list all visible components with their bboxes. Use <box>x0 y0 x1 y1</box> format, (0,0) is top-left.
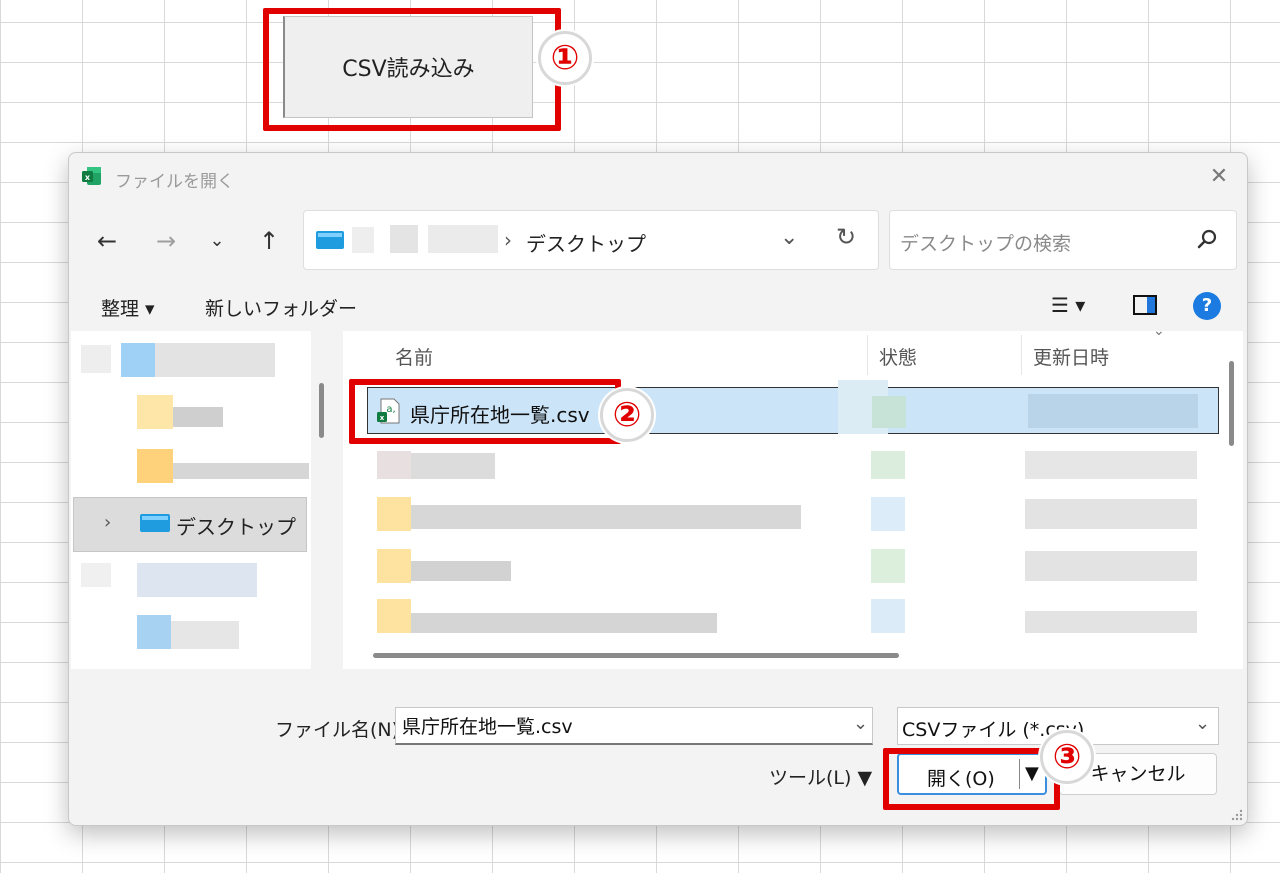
redacted-cell <box>411 453 495 479</box>
nav-item-desktop[interactable]: › デスクトップ <box>73 497 307 552</box>
redacted-path <box>352 227 374 253</box>
redacted-cell <box>377 497 411 531</box>
nav-item-label: デスクトップ <box>176 515 296 539</box>
tools-button[interactable]: ツール(L) ▼ <box>769 763 872 790</box>
chevron-down-icon[interactable]: ⌄ <box>853 713 868 734</box>
file-list-vertical-scrollbar[interactable] <box>1229 361 1234 446</box>
redacted-cell <box>871 497 905 531</box>
step2-badge: ② <box>600 388 654 442</box>
redacted-nav-item <box>137 395 173 429</box>
redacted-nav-item <box>81 345 111 373</box>
redacted-path <box>428 225 498 253</box>
redacted-cell <box>1025 611 1197 633</box>
step1-badge: ① <box>538 31 592 85</box>
filename-field[interactable] <box>395 707 873 745</box>
nav-pane-scrollbar[interactable] <box>319 383 324 438</box>
back-arrow-icon: ← <box>96 227 118 255</box>
excel-icon: x <box>82 167 101 185</box>
close-icon: ✕ <box>1209 164 1229 189</box>
chevron-right-icon[interactable]: › <box>104 512 111 533</box>
close-button[interactable]: ✕ <box>1205 163 1233 191</box>
step2-highlight <box>349 379 621 444</box>
redacted-nav-item <box>173 407 223 427</box>
breadcrumb-separator: › <box>504 228 512 252</box>
file-row[interactable] <box>375 599 1205 633</box>
redacted-date <box>1028 394 1198 428</box>
forward-button[interactable]: → <box>148 223 184 259</box>
redacted-nav-item <box>137 563 257 597</box>
redacted-nav-item <box>121 343 155 377</box>
redacted-cell <box>411 613 717 633</box>
redacted-cell <box>871 549 905 583</box>
file-list-horizontal-scrollbar[interactable] <box>373 653 899 658</box>
redacted-cell <box>871 451 905 479</box>
redacted-cell <box>1025 499 1197 529</box>
address-bar[interactable]: › デスクトップ ⌄ ↻ <box>303 210 879 270</box>
redacted-cell <box>411 561 511 581</box>
file-open-dialog: x ファイルを開く ✕ ← → ⌄ ↑ › デスクトップ ⌄ ↻ デスクトップの… <box>68 152 1248 826</box>
redacted-cell <box>411 505 801 529</box>
column-header-status[interactable]: 状態 <box>879 343 917 370</box>
title-bar: x ファイルを開く ✕ <box>69 153 1247 201</box>
refresh-icon[interactable]: ↻ <box>836 223 856 251</box>
chevron-down-icon[interactable]: ⌄ <box>1195 713 1210 734</box>
search-placeholder: デスクトップの検索 <box>900 233 1072 255</box>
preview-pane-button[interactable] <box>1133 295 1157 315</box>
desktop-icon <box>316 231 344 249</box>
forward-arrow-icon: → <box>155 227 177 255</box>
redacted-cell <box>377 451 411 479</box>
search-input[interactable]: デスクトップの検索 <box>889 210 1237 270</box>
redacted-cell <box>377 599 411 633</box>
redacted-nav-item <box>171 621 239 649</box>
svg-text:x: x <box>85 173 91 182</box>
column-divider[interactable] <box>867 335 868 375</box>
view-options-button[interactable]: ☰ ▾ <box>1051 293 1085 317</box>
step1-highlight <box>263 8 561 131</box>
address-dropdown-icon[interactable]: ⌄ <box>780 225 798 250</box>
column-header-date[interactable]: 更新日時 <box>1033 343 1109 370</box>
redacted-cell <box>377 549 411 583</box>
redacted-cell <box>1025 451 1197 479</box>
redacted-cell <box>871 599 905 633</box>
dialog-title: ファイルを開く <box>115 172 234 192</box>
step3-badge: ③ <box>1040 730 1094 784</box>
file-row[interactable] <box>375 451 1205 481</box>
redacted-nav-item <box>137 449 173 483</box>
organize-button[interactable]: 整理 ▾ <box>101 294 155 321</box>
redacted-cell <box>1025 551 1197 581</box>
sort-indicator-icon: ⌄ <box>1153 323 1165 339</box>
file-row[interactable] <box>375 497 1205 531</box>
chevron-down-icon: ⌄ <box>209 230 225 251</box>
search-icon <box>1197 229 1217 249</box>
breadcrumb-desktop[interactable]: デスクトップ <box>526 228 646 257</box>
redacted-nav-item <box>155 343 275 377</box>
redacted-status <box>872 396 906 428</box>
redacted-path <box>390 225 418 253</box>
column-divider[interactable] <box>1021 335 1022 375</box>
redacted-nav-item <box>173 463 309 479</box>
help-icon: ? <box>1201 295 1213 316</box>
step3-highlight <box>883 748 1060 810</box>
help-button[interactable]: ? <box>1193 292 1221 320</box>
desktop-icon <box>140 514 170 532</box>
up-arrow-icon: ↑ <box>258 227 280 255</box>
file-row[interactable] <box>375 549 1205 583</box>
resize-grip-icon[interactable] <box>1229 807 1243 821</box>
back-button[interactable]: ← <box>89 223 125 259</box>
up-button[interactable]: ↑ <box>251 223 287 259</box>
new-folder-button[interactable]: 新しいフォルダー <box>205 294 357 321</box>
redacted-nav-item <box>137 615 171 649</box>
filename-label: ファイル名(N): <box>275 719 406 741</box>
recent-locations-button[interactable]: ⌄ <box>199 223 235 259</box>
column-header-name[interactable]: 名前 <box>395 343 433 370</box>
redacted-nav-item <box>81 563 111 587</box>
